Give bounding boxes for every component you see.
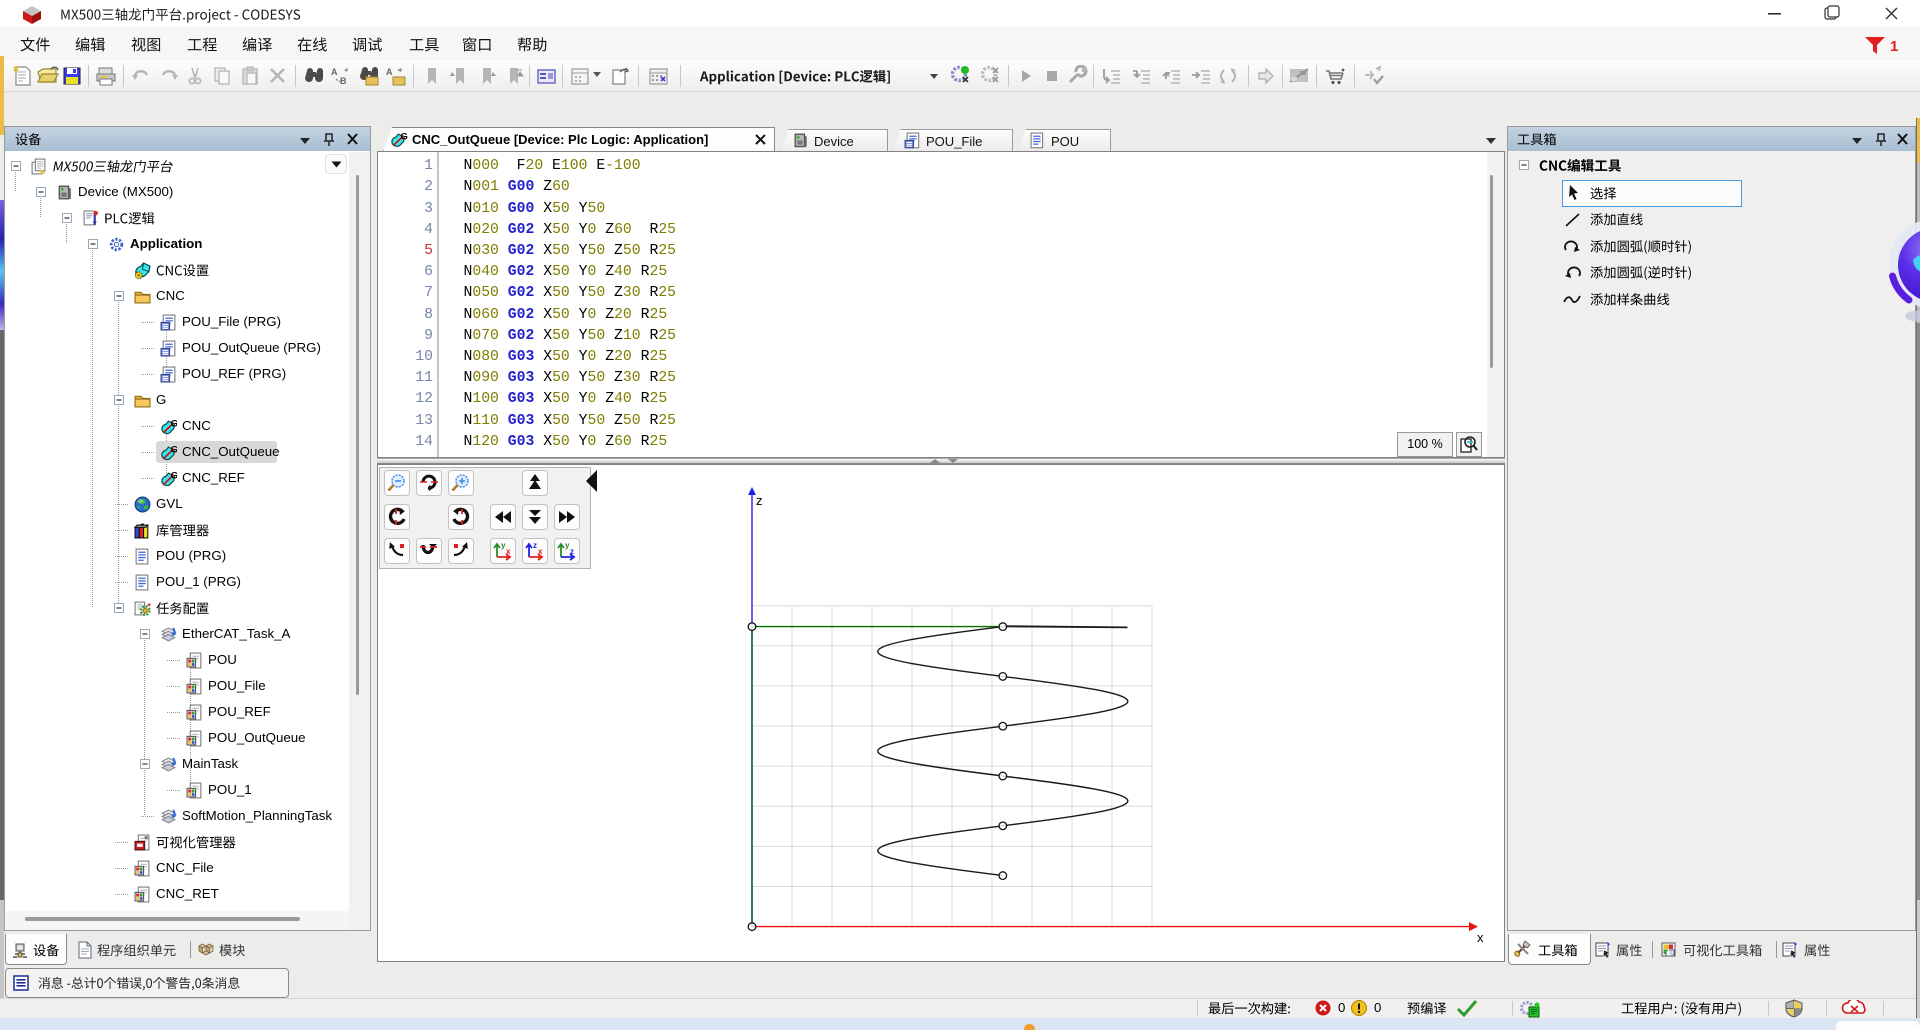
svg-text:1: 1 xyxy=(1890,38,1898,55)
svg-text:z: z xyxy=(533,541,537,550)
svg-text:B: B xyxy=(340,76,347,86)
svg-text:A: A xyxy=(386,67,393,77)
svg-text:A: A xyxy=(331,67,338,77)
svg-text:x: x xyxy=(538,547,543,556)
svg-text:x: x xyxy=(1477,930,1484,945)
svg-text:x: x xyxy=(506,547,511,556)
svg-text:G: G xyxy=(171,470,177,481)
svg-text:z: z xyxy=(756,493,763,508)
svg-text:G: G xyxy=(171,444,177,455)
svg-text:z: z xyxy=(570,547,574,556)
svg-text:G: G xyxy=(171,418,177,429)
svg-text:G: G xyxy=(401,131,408,142)
